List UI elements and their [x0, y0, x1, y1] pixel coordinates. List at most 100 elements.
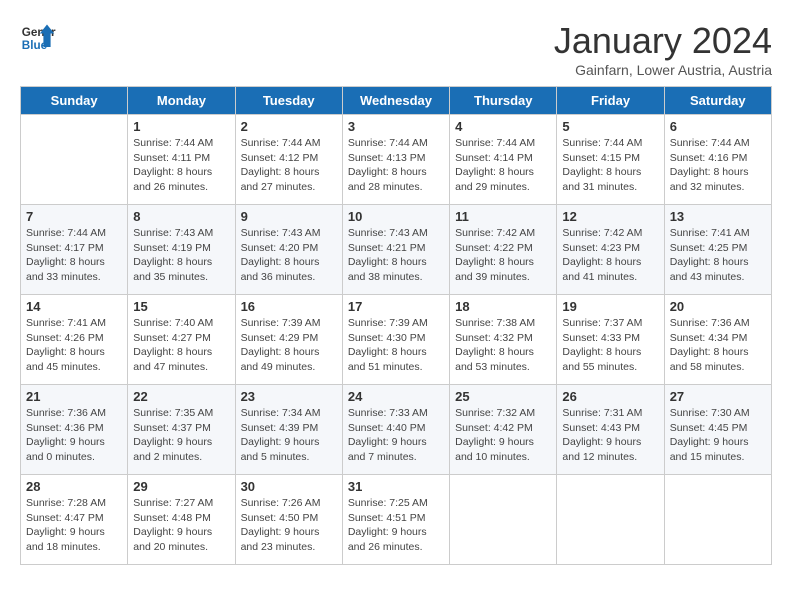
day-number: 9: [241, 209, 337, 224]
day-number: 27: [670, 389, 766, 404]
calendar-week-row: 28Sunrise: 7:28 AM Sunset: 4:47 PM Dayli…: [21, 475, 772, 565]
cell-info: Sunrise: 7:31 AM Sunset: 4:43 PM Dayligh…: [562, 406, 658, 465]
day-number: 3: [348, 119, 444, 134]
cell-info: Sunrise: 7:34 AM Sunset: 4:39 PM Dayligh…: [241, 406, 337, 465]
day-number: 25: [455, 389, 551, 404]
cell-info: Sunrise: 7:41 AM Sunset: 4:26 PM Dayligh…: [26, 316, 122, 375]
calendar-cell: 13 Sunrise: 7:41 AM Sunset: 4:25 PM Dayli…: [664, 205, 771, 295]
calendar-cell: 5 Sunrise: 7:44 AM Sunset: 4:15 PM Daylig…: [557, 115, 664, 205]
day-number: 18: [455, 299, 551, 314]
cell-info: Sunrise: 7:25 AM Sunset: 4:51 PM Dayligh…: [348, 496, 444, 555]
day-number: 1: [133, 119, 229, 134]
day-number: 5: [562, 119, 658, 134]
day-number: 4: [455, 119, 551, 134]
cell-info: Sunrise: 7:44 AM Sunset: 4:13 PM Dayligh…: [348, 136, 444, 195]
calendar-week-row: 14 Sunrise: 7:41 AM Sunset: 4:26 PM Dayli…: [21, 295, 772, 385]
calendar-cell: [450, 475, 557, 565]
cell-info: Sunrise: 7:26 AM Sunset: 4:50 PM Dayligh…: [241, 496, 337, 555]
calendar-cell: 21Sunrise: 7:36 AM Sunset: 4:36 PM Dayli…: [21, 385, 128, 475]
day-header-tuesday: Tuesday: [235, 87, 342, 115]
month-title: January 2024: [554, 20, 772, 62]
calendar-cell: 29 Sunrise: 7:27 AM Sunset: 4:48 PM Dayli…: [128, 475, 235, 565]
location: Gainfarn, Lower Austria, Austria: [554, 62, 772, 78]
calendar-cell: 4 Sunrise: 7:44 AM Sunset: 4:14 PM Daylig…: [450, 115, 557, 205]
cell-info: Sunrise: 7:42 AM Sunset: 4:23 PM Dayligh…: [562, 226, 658, 285]
cell-info: Sunrise: 7:43 AM Sunset: 4:19 PM Dayligh…: [133, 226, 229, 285]
calendar-cell: 18Sunrise: 7:38 AM Sunset: 4:32 PM Dayli…: [450, 295, 557, 385]
calendar-cell: 12 Sunrise: 7:42 AM Sunset: 4:23 PM Dayli…: [557, 205, 664, 295]
day-number: 13: [670, 209, 766, 224]
cell-info: Sunrise: 7:39 AM Sunset: 4:29 PM Dayligh…: [241, 316, 337, 375]
calendar-cell: 30 Sunrise: 7:26 AM Sunset: 4:50 PM Dayli…: [235, 475, 342, 565]
day-header-sunday: Sunday: [21, 87, 128, 115]
calendar-cell: 20Sunrise: 7:36 AM Sunset: 4:34 PM Dayli…: [664, 295, 771, 385]
cell-info: Sunrise: 7:44 AM Sunset: 4:14 PM Dayligh…: [455, 136, 551, 195]
cell-info: Sunrise: 7:44 AM Sunset: 4:16 PM Dayligh…: [670, 136, 766, 195]
day-number: 2: [241, 119, 337, 134]
day-number: 29: [133, 479, 229, 494]
calendar-cell: 22Sunrise: 7:35 AM Sunset: 4:37 PM Dayli…: [128, 385, 235, 475]
calendar-cell: [557, 475, 664, 565]
calendar-cell: 26 Sunrise: 7:31 AM Sunset: 4:43 PM Dayli…: [557, 385, 664, 475]
calendar-cell: 15Sunrise: 7:40 AM Sunset: 4:27 PM Dayli…: [128, 295, 235, 385]
day-number: 12: [562, 209, 658, 224]
calendar-cell: 2 Sunrise: 7:44 AM Sunset: 4:12 PM Daylig…: [235, 115, 342, 205]
day-header-saturday: Saturday: [664, 87, 771, 115]
cell-info: Sunrise: 7:44 AM Sunset: 4:11 PM Dayligh…: [133, 136, 229, 195]
calendar-week-row: 21Sunrise: 7:36 AM Sunset: 4:36 PM Dayli…: [21, 385, 772, 475]
calendar-cell: [664, 475, 771, 565]
calendar-header-row: SundayMondayTuesdayWednesdayThursdayFrid…: [21, 87, 772, 115]
cell-info: Sunrise: 7:32 AM Sunset: 4:42 PM Dayligh…: [455, 406, 551, 465]
calendar-cell: 8 Sunrise: 7:43 AM Sunset: 4:19 PM Daylig…: [128, 205, 235, 295]
cell-info: Sunrise: 7:30 AM Sunset: 4:45 PM Dayligh…: [670, 406, 766, 465]
day-number: 17: [348, 299, 444, 314]
calendar-cell: 16Sunrise: 7:39 AM Sunset: 4:29 PM Dayli…: [235, 295, 342, 385]
day-number: 31: [348, 479, 444, 494]
calendar-cell: 9 Sunrise: 7:43 AM Sunset: 4:20 PM Daylig…: [235, 205, 342, 295]
day-number: 8: [133, 209, 229, 224]
day-header-thursday: Thursday: [450, 87, 557, 115]
cell-info: Sunrise: 7:44 AM Sunset: 4:15 PM Dayligh…: [562, 136, 658, 195]
cell-info: Sunrise: 7:43 AM Sunset: 4:21 PM Dayligh…: [348, 226, 444, 285]
page-header: General Blue January 2024 Gainfarn, Lowe…: [20, 20, 772, 78]
calendar-cell: 14 Sunrise: 7:41 AM Sunset: 4:26 PM Dayli…: [21, 295, 128, 385]
calendar-cell: 24 Sunrise: 7:33 AM Sunset: 4:40 PM Dayli…: [342, 385, 449, 475]
calendar-cell: 19 Sunrise: 7:37 AM Sunset: 4:33 PM Dayli…: [557, 295, 664, 385]
calendar-cell: 7 Sunrise: 7:44 AM Sunset: 4:17 PM Daylig…: [21, 205, 128, 295]
calendar-cell: 27 Sunrise: 7:30 AM Sunset: 4:45 PM Dayli…: [664, 385, 771, 475]
calendar-cell: 31 Sunrise: 7:25 AM Sunset: 4:51 PM Dayli…: [342, 475, 449, 565]
cell-info: Sunrise: 7:44 AM Sunset: 4:12 PM Dayligh…: [241, 136, 337, 195]
day-number: 30: [241, 479, 337, 494]
day-number: 14: [26, 299, 122, 314]
cell-info: Sunrise: 7:44 AM Sunset: 4:17 PM Dayligh…: [26, 226, 122, 285]
logo: General Blue: [20, 20, 56, 56]
calendar-cell: 17Sunrise: 7:39 AM Sunset: 4:30 PM Dayli…: [342, 295, 449, 385]
calendar-cell: 1 Sunrise: 7:44 AM Sunset: 4:11 PM Daylig…: [128, 115, 235, 205]
calendar-body: 1 Sunrise: 7:44 AM Sunset: 4:11 PM Daylig…: [21, 115, 772, 565]
calendar-cell: 28Sunrise: 7:28 AM Sunset: 4:47 PM Dayli…: [21, 475, 128, 565]
logo-icon: General Blue: [20, 20, 56, 56]
day-number: 28: [26, 479, 122, 494]
day-number: 11: [455, 209, 551, 224]
cell-info: Sunrise: 7:41 AM Sunset: 4:25 PM Dayligh…: [670, 226, 766, 285]
day-header-friday: Friday: [557, 87, 664, 115]
day-number: 26: [562, 389, 658, 404]
day-number: 7: [26, 209, 122, 224]
calendar-cell: 23 Sunrise: 7:34 AM Sunset: 4:39 PM Dayli…: [235, 385, 342, 475]
cell-info: Sunrise: 7:27 AM Sunset: 4:48 PM Dayligh…: [133, 496, 229, 555]
calendar-cell: 11 Sunrise: 7:42 AM Sunset: 4:22 PM Dayli…: [450, 205, 557, 295]
calendar-cell: 25 Sunrise: 7:32 AM Sunset: 4:42 PM Dayli…: [450, 385, 557, 475]
day-number: 22: [133, 389, 229, 404]
day-header-wednesday: Wednesday: [342, 87, 449, 115]
day-number: 21: [26, 389, 122, 404]
day-number: 15: [133, 299, 229, 314]
cell-info: Sunrise: 7:37 AM Sunset: 4:33 PM Dayligh…: [562, 316, 658, 375]
calendar-cell: 6Sunrise: 7:44 AM Sunset: 4:16 PM Daylig…: [664, 115, 771, 205]
day-number: 24: [348, 389, 444, 404]
day-number: 19: [562, 299, 658, 314]
cell-info: Sunrise: 7:42 AM Sunset: 4:22 PM Dayligh…: [455, 226, 551, 285]
cell-info: Sunrise: 7:33 AM Sunset: 4:40 PM Dayligh…: [348, 406, 444, 465]
cell-info: Sunrise: 7:36 AM Sunset: 4:34 PM Dayligh…: [670, 316, 766, 375]
day-number: 23: [241, 389, 337, 404]
cell-info: Sunrise: 7:43 AM Sunset: 4:20 PM Dayligh…: [241, 226, 337, 285]
